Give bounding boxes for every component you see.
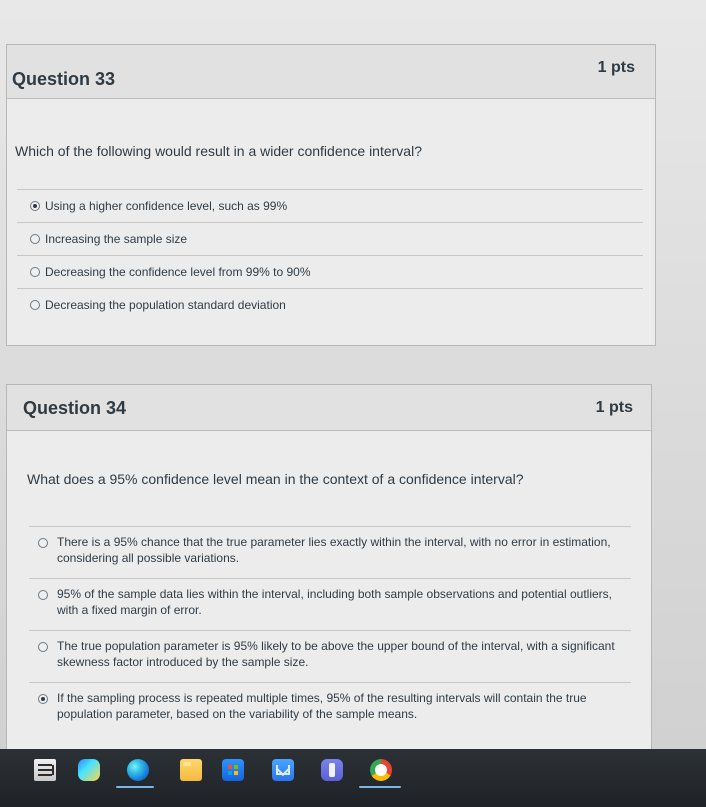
answer-label-33-1: Using a higher confidence level, such as… (45, 199, 288, 213)
answer-label-34-2: 95% of the sample data lies within the i… (57, 587, 612, 618)
question-points-34: 1 pts (595, 399, 633, 416)
answer-label-34-4: If the sampling process is repeated mult… (57, 691, 587, 722)
question-header-34: Question 34 1 pts (7, 385, 651, 431)
radio-button-34-2[interactable] (38, 590, 48, 600)
question-title-33: Question 33 (12, 69, 116, 89)
radio-button-33-3[interactable] (30, 267, 40, 277)
answer-row-33-4[interactable]: Decreasing the population standard devia… (17, 288, 643, 321)
question-card-34: Question 34 1 pts What does a 95% confid… (6, 384, 652, 750)
chrome-active-indicator (359, 786, 401, 788)
question-title-34: Question 34 (23, 398, 127, 418)
task-view-icon[interactable] (34, 759, 56, 781)
teams-icon[interactable] (321, 759, 343, 781)
answer-label-33-2: Increasing the sample size (45, 232, 188, 246)
radio-button-34-1[interactable] (38, 538, 48, 548)
answer-row-33-2[interactable]: Increasing the sample size (17, 222, 643, 255)
answer-label-33-4: Decreasing the population standard devia… (45, 298, 286, 312)
edge-active-indicator (116, 786, 154, 788)
question-prompt-34: What does a 95% confidence level mean in… (27, 471, 524, 487)
question-points-33: 1 pts (597, 59, 635, 76)
answer-label-33-3: Decreasing the confidence level from 99%… (45, 265, 311, 279)
answer-row-33-3[interactable]: Decreasing the confidence level from 99%… (17, 255, 643, 288)
question-body-34: What does a 95% confidence level mean in… (7, 431, 651, 749)
answer-row-34-4[interactable]: If the sampling process is repeated mult… (29, 682, 631, 734)
answer-list-33: Using a higher confidence level, such as… (7, 189, 655, 321)
gradient-app-icon[interactable] (78, 759, 100, 781)
folder-icon[interactable] (180, 759, 202, 781)
question-prompt-33: Which of the following would result in a… (15, 143, 422, 159)
store-icon[interactable] (222, 759, 244, 781)
question-card-33: Question 33 1 pts Which of the following… (6, 44, 656, 346)
question-body-33: Which of the following would result in a… (7, 99, 655, 345)
radio-button-33-2[interactable] (30, 234, 40, 244)
answer-row-33-1[interactable]: Using a higher confidence level, such as… (17, 189, 643, 222)
radio-button-34-3[interactable] (38, 642, 48, 652)
taskbar (0, 749, 706, 807)
answer-row-34-1[interactable]: There is a 95% chance that the true para… (29, 526, 631, 578)
radio-button-34-4[interactable] (38, 694, 48, 704)
radio-button-33-1[interactable] (30, 201, 40, 211)
answer-label-34-3: The true population parameter is 95% lik… (57, 639, 615, 670)
radio-button-33-4[interactable] (30, 300, 40, 310)
question-header-33: Question 33 1 pts (7, 45, 655, 99)
answer-label-34-1: There is a 95% chance that the true para… (57, 535, 611, 566)
chrome-icon[interactable] (370, 759, 392, 781)
edge-icon[interactable] (127, 759, 149, 781)
mail-icon[interactable] (272, 759, 294, 781)
answer-list-34: There is a 95% chance that the true para… (7, 526, 651, 734)
answer-row-34-2[interactable]: 95% of the sample data lies within the i… (29, 578, 631, 630)
answer-row-34-3[interactable]: The true population parameter is 95% lik… (29, 630, 631, 682)
